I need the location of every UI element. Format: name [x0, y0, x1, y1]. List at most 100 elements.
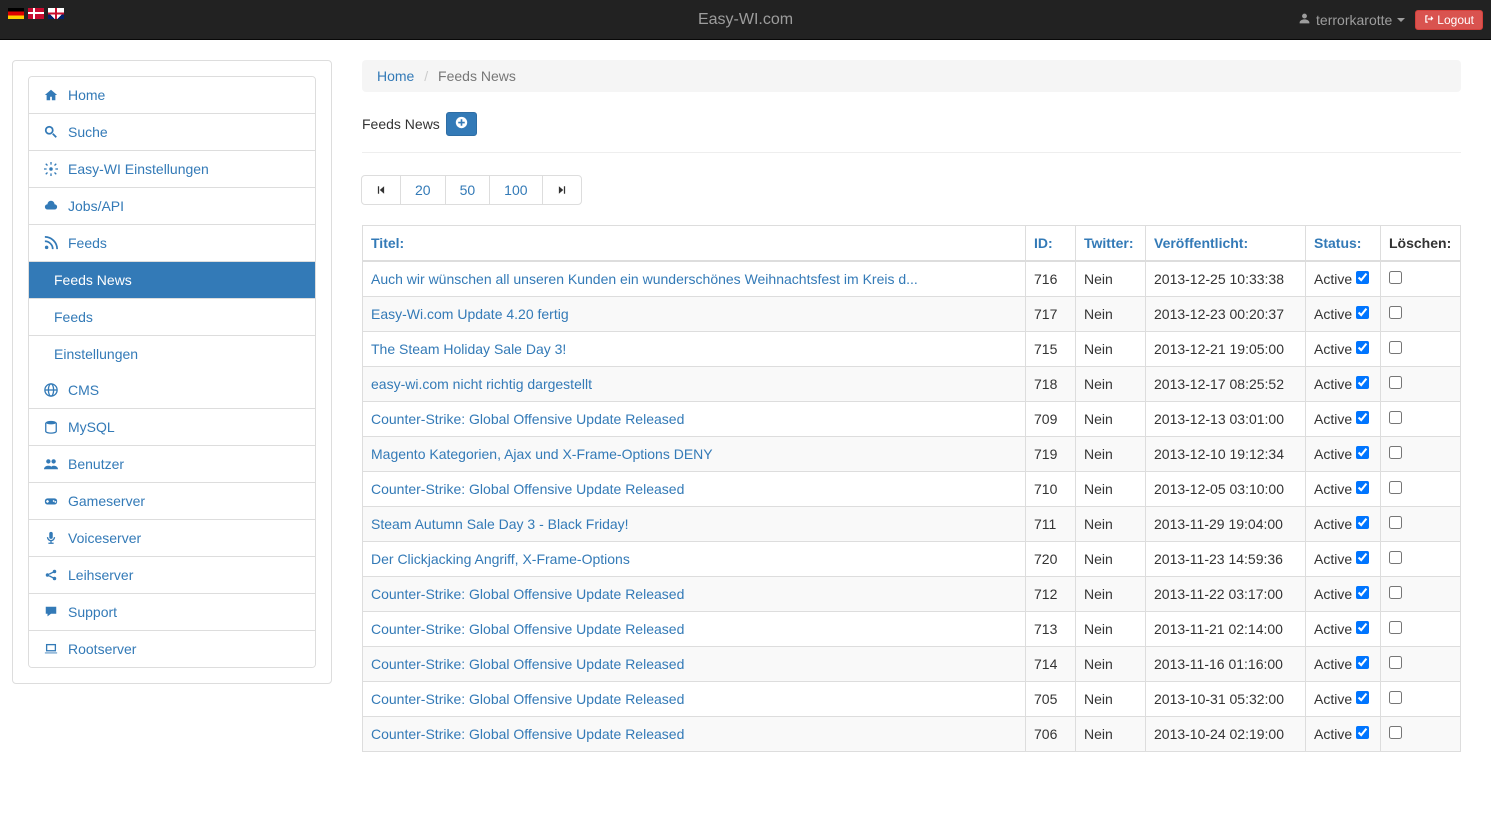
row-title-link[interactable]: Magento Kategorien, Ajax und X-Frame-Opt…: [371, 446, 713, 462]
flag-de-icon[interactable]: [8, 8, 24, 19]
row-twitter: Nein: [1076, 682, 1146, 717]
row-delete-checkbox[interactable]: [1389, 411, 1402, 424]
header-twitter[interactable]: Twitter:: [1084, 235, 1134, 251]
header-id[interactable]: ID:: [1034, 235, 1053, 251]
sidebar-item-feeds[interactable]: Feeds: [29, 225, 315, 262]
submenu-item-feeds-news[interactable]: Feeds News: [29, 262, 315, 299]
row-active-checkbox[interactable]: [1356, 411, 1369, 424]
row-title-link[interactable]: Counter-Strike: Global Offensive Update …: [371, 691, 684, 707]
navbar-brand[interactable]: Easy-WI.com: [698, 0, 793, 40]
row-title-link[interactable]: Counter-Strike: Global Offensive Update …: [371, 411, 684, 427]
flag-gb-icon[interactable]: [48, 8, 64, 19]
row-active-checkbox[interactable]: [1356, 551, 1369, 564]
row-delete-checkbox[interactable]: [1389, 271, 1402, 284]
submenu-item-einstellungen[interactable]: Einstellungen: [29, 336, 315, 372]
row-title-link[interactable]: Auch wir wünschen all unseren Kunden ein…: [371, 271, 918, 287]
page-first[interactable]: [361, 175, 401, 205]
page-size-20[interactable]: 20: [400, 175, 446, 205]
row-delete-checkbox[interactable]: [1389, 376, 1402, 389]
sidebar-item-label: Voiceserver: [68, 530, 141, 546]
comment-icon: [44, 605, 60, 619]
row-active-checkbox[interactable]: [1356, 446, 1369, 459]
row-delete-checkbox[interactable]: [1389, 306, 1402, 319]
sidebar-item-jobs-api[interactable]: Jobs/API: [29, 188, 315, 225]
page-last[interactable]: [542, 175, 582, 205]
row-delete-checkbox[interactable]: [1389, 621, 1402, 634]
row-delete-checkbox[interactable]: [1389, 586, 1402, 599]
sidebar-item-cms[interactable]: CMS: [29, 372, 315, 409]
sidebar-item-rootserver[interactable]: Rootserver: [29, 631, 315, 667]
row-delete-checkbox[interactable]: [1389, 726, 1402, 739]
header-published[interactable]: Veröffentlicht:: [1154, 235, 1248, 251]
row-delete-checkbox[interactable]: [1389, 516, 1402, 529]
main-content: Home / Feeds News Feeds News 20 50 100: [344, 60, 1491, 752]
submenu-item-label: Feeds: [54, 309, 93, 325]
flag-dk-icon[interactable]: [28, 8, 44, 19]
row-title-link[interactable]: Counter-Strike: Global Offensive Update …: [371, 726, 684, 742]
submenu-item-feeds[interactable]: Feeds: [29, 299, 315, 336]
sidebar-item-gameserver[interactable]: Gameserver: [29, 483, 315, 520]
row-active-checkbox[interactable]: [1356, 726, 1369, 739]
row-delete-checkbox[interactable]: [1389, 656, 1402, 669]
header-title[interactable]: Titel:: [371, 235, 404, 251]
sidebar-item-benutzer[interactable]: Benutzer: [29, 446, 315, 483]
row-delete-checkbox[interactable]: [1389, 481, 1402, 494]
sidebar-item-easy-wi-einstellungen[interactable]: Easy-WI Einstellungen: [29, 151, 315, 188]
row-title-link[interactable]: Der Clickjacking Angriff, X-Frame-Option…: [371, 551, 630, 567]
sidebar-item-mysql[interactable]: MySQL: [29, 409, 315, 446]
row-id: 709: [1026, 402, 1076, 437]
row-active-checkbox[interactable]: [1356, 376, 1369, 389]
row-status: Active: [1306, 717, 1381, 752]
row-published: 2013-12-17 08:25:52: [1146, 367, 1306, 402]
row-active-checkbox[interactable]: [1356, 271, 1369, 284]
sidebar-item-label: Rootserver: [68, 641, 136, 657]
row-delete-checkbox[interactable]: [1389, 551, 1402, 564]
row-title-link[interactable]: easy-wi.com nicht richtig dargestellt: [371, 376, 592, 392]
sidebar-item-suche[interactable]: Suche: [29, 114, 315, 151]
search-icon: [44, 125, 60, 139]
row-active-checkbox[interactable]: [1356, 306, 1369, 319]
row-published: 2013-10-24 02:19:00: [1146, 717, 1306, 752]
table-row: Counter-Strike: Global Offensive Update …: [363, 717, 1461, 752]
row-title-link[interactable]: Steam Autumn Sale Day 3 - Black Friday!: [371, 516, 629, 532]
breadcrumb-separator: /: [424, 68, 428, 84]
breadcrumb: Home / Feeds News: [362, 60, 1461, 92]
page-size-50[interactable]: 50: [445, 175, 491, 205]
user-menu[interactable]: terrorkarotte: [1298, 12, 1405, 28]
row-id: 710: [1026, 472, 1076, 507]
row-active-checkbox[interactable]: [1356, 691, 1369, 704]
table-row: Counter-Strike: Global Offensive Update …: [363, 577, 1461, 612]
username: terrorkarotte: [1316, 12, 1392, 28]
row-title-link[interactable]: The Steam Holiday Sale Day 3!: [371, 341, 566, 357]
breadcrumb-home[interactable]: Home: [377, 68, 414, 84]
sidebar-item-label: Suche: [68, 124, 108, 140]
step-forward-icon: [557, 182, 567, 198]
logout-button[interactable]: Logout: [1415, 10, 1483, 30]
sidebar-item-label: Leihserver: [68, 567, 133, 583]
row-title-link[interactable]: Counter-Strike: Global Offensive Update …: [371, 481, 684, 497]
row-active-checkbox[interactable]: [1356, 481, 1369, 494]
table-row: Counter-Strike: Global Offensive Update …: [363, 472, 1461, 507]
row-published: 2013-11-23 14:59:36: [1146, 542, 1306, 577]
row-active-checkbox[interactable]: [1356, 621, 1369, 634]
row-title-link[interactable]: Counter-Strike: Global Offensive Update …: [371, 621, 684, 637]
row-title-link[interactable]: Counter-Strike: Global Offensive Update …: [371, 586, 684, 602]
row-title-link[interactable]: Easy-Wi.com Update 4.20 fertig: [371, 306, 569, 322]
row-active-checkbox[interactable]: [1356, 516, 1369, 529]
row-active-checkbox[interactable]: [1356, 656, 1369, 669]
row-delete-checkbox[interactable]: [1389, 341, 1402, 354]
row-delete-checkbox[interactable]: [1389, 446, 1402, 459]
row-active-checkbox[interactable]: [1356, 341, 1369, 354]
row-delete-checkbox[interactable]: [1389, 691, 1402, 704]
row-active-checkbox[interactable]: [1356, 586, 1369, 599]
row-published: 2013-11-22 03:17:00: [1146, 577, 1306, 612]
row-published: 2013-12-10 19:12:34: [1146, 437, 1306, 472]
page-size-100[interactable]: 100: [489, 175, 542, 205]
sidebar-item-support[interactable]: Support: [29, 594, 315, 631]
sidebar-item-home[interactable]: Home: [29, 77, 315, 114]
row-title-link[interactable]: Counter-Strike: Global Offensive Update …: [371, 656, 684, 672]
sidebar-item-leihserver[interactable]: Leihserver: [29, 557, 315, 594]
sidebar-item-voiceserver[interactable]: Voiceserver: [29, 520, 315, 557]
add-button[interactable]: [446, 112, 477, 136]
header-status[interactable]: Status:: [1314, 235, 1361, 251]
